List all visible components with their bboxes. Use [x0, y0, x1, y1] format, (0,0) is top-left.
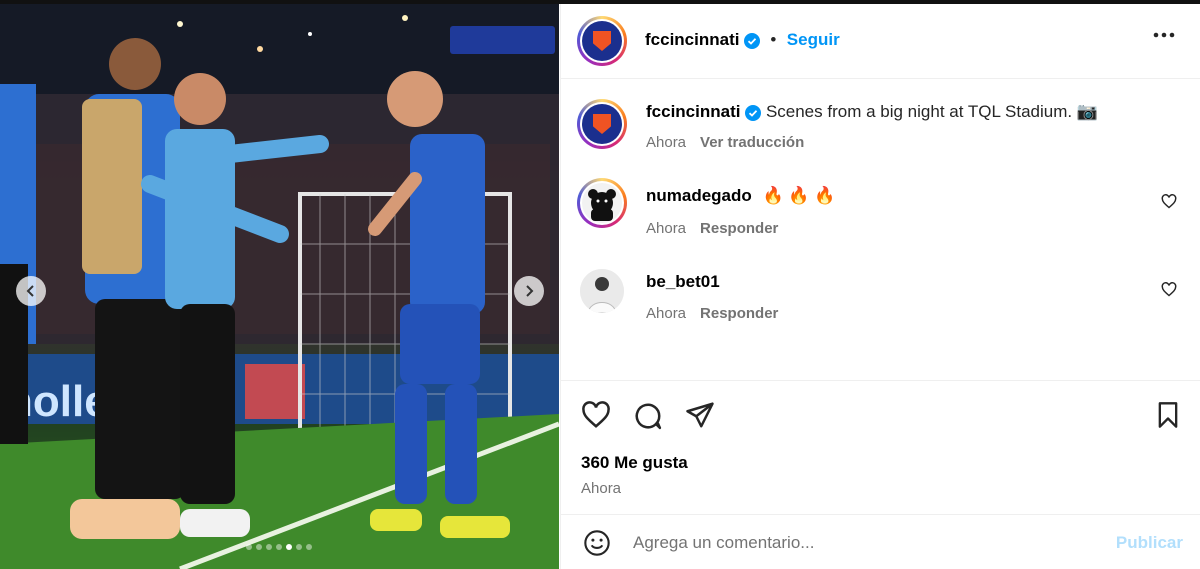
person-avatar-icon — [580, 269, 624, 313]
carousel-dot — [276, 544, 282, 550]
heart-icon[interactable] — [581, 401, 611, 429]
caption-username[interactable]: fccincinnati — [646, 102, 740, 121]
caption-time: Ahora — [646, 134, 687, 151]
caption-meta: Ahora Ver traducción — [646, 134, 804, 151]
comment-icon[interactable] — [633, 401, 663, 431]
carousel-next-button[interactable] — [514, 276, 544, 306]
fcc-logo-icon — [582, 104, 622, 144]
heart-icon[interactable] — [1161, 282, 1177, 297]
carousel-dot — [296, 544, 302, 550]
post-photo[interactable]: nollen — [0, 4, 559, 569]
comments-section: fccincinnati Scenes from a big night at … — [561, 80, 1200, 380]
translate-link[interactable]: Ver traducción — [700, 134, 804, 151]
post-header: fccincinnati • Seguir — [561, 4, 1200, 79]
fire-emoji: 🔥 🔥 🔥 — [762, 186, 836, 205]
account-avatar[interactable] — [577, 16, 627, 66]
comment-bar: Publicar — [561, 514, 1200, 569]
comment-line: be_bet01 — [646, 272, 720, 292]
chevron-right-icon — [526, 285, 534, 297]
comment-meta: Ahora Responder — [646, 220, 778, 237]
carousel-dot — [246, 544, 252, 550]
more-options-icon[interactable] — [1153, 32, 1175, 38]
comment-avatar[interactable] — [577, 178, 627, 228]
carousel-dot — [286, 544, 292, 550]
comment-row: numadegado 🔥 🔥 🔥 Ahora Responder — [577, 178, 1177, 248]
caption-row: fccincinnati Scenes from a big night at … — [577, 94, 1177, 164]
header-account-line: fccincinnati • Seguir — [645, 30, 840, 50]
caption-line: fccincinnati Scenes from a big night at … — [646, 102, 1098, 122]
follow-button[interactable]: Seguir — [787, 30, 840, 49]
share-icon[interactable] — [685, 401, 715, 429]
photo-illustration: nollen — [0, 4, 559, 569]
comment-username[interactable]: be_bet01 — [646, 272, 720, 291]
comment-time: Ahora — [646, 220, 687, 237]
carousel-prev-button[interactable] — [16, 276, 46, 306]
comment-meta: Ahora Responder — [646, 305, 778, 322]
bookmark-icon[interactable] — [1155, 401, 1181, 429]
carousel-dot — [266, 544, 272, 550]
chevron-left-icon — [26, 285, 34, 297]
fcc-logo-icon — [582, 21, 622, 61]
reply-button[interactable]: Responder — [700, 305, 778, 322]
comment-time: Ahora — [646, 305, 687, 322]
post-actions: 360 Me gusta Ahora — [561, 380, 1200, 514]
post-time: Ahora — [581, 480, 622, 497]
header-username[interactable]: fccincinnati — [645, 30, 739, 49]
comment-avatar[interactable] — [580, 269, 624, 313]
heart-icon[interactable] — [1161, 194, 1177, 209]
carousel-dots — [246, 544, 312, 550]
comment-line: numadegado 🔥 🔥 🔥 — [646, 186, 835, 206]
carousel-dot — [256, 544, 262, 550]
comment-row: be_bet01 Ahora Responder — [577, 266, 1177, 336]
reply-button[interactable]: Responder — [700, 220, 778, 237]
bear-avatar-icon — [582, 183, 622, 223]
caption-avatar[interactable] — [577, 99, 627, 149]
carousel-dot — [306, 544, 312, 550]
verified-badge-icon — [745, 104, 762, 121]
post-side-panel: fccincinnati • Seguir fccincinnati Scene… — [560, 4, 1200, 569]
likes-count[interactable]: 360 Me gusta — [581, 453, 688, 473]
emoji-icon[interactable] — [583, 529, 611, 557]
publish-button[interactable]: Publicar — [1116, 533, 1183, 553]
comment-username[interactable]: numadegado — [646, 186, 752, 205]
verified-badge-icon — [743, 32, 760, 49]
header-separator: • — [770, 30, 777, 49]
comment-input[interactable] — [633, 531, 1093, 555]
post-dialog: nollen fccincinnati • Seguir fccincinnat… — [0, 0, 1200, 569]
caption-text: Scenes from a big night at TQL Stadium. … — [765, 102, 1098, 121]
